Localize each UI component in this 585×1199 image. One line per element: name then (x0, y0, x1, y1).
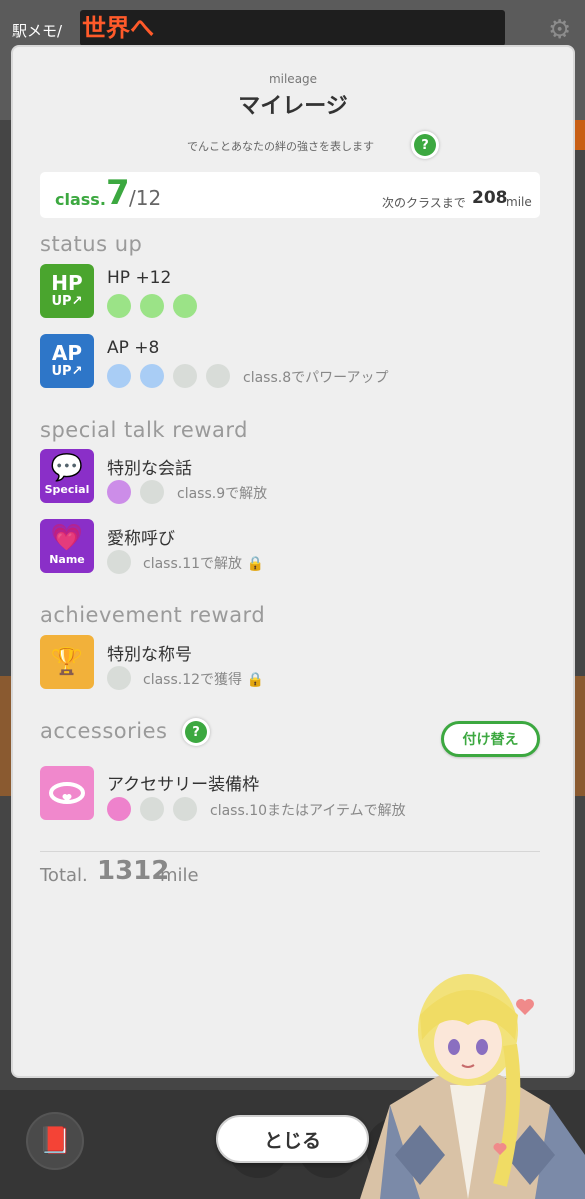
class-current: 7 (106, 173, 130, 213)
ap-unlock-note: class.8でパワーアップ (243, 370, 389, 386)
ap-icon-label: AP (51, 341, 83, 365)
trophy-icon: 🏆 (40, 635, 94, 689)
total-label: Total. (40, 865, 88, 886)
up-arrow-label: UP↗ (51, 294, 83, 309)
section-special-talk: special talk reward (40, 418, 248, 442)
special-talk-name: 特別な会話 (107, 459, 192, 479)
hp-reward-name: HP +12 (107, 268, 172, 288)
progress-dot (107, 294, 131, 318)
nickname-note: class.11で解放 🔒 (143, 556, 264, 572)
progress-dot (173, 364, 197, 388)
accessory-slot-name: アクセサリー装備枠 (107, 775, 260, 795)
book-icon: 📕 (26, 1112, 84, 1170)
class-box: class. 7 /12 次のクラスまで 208 mile (40, 172, 540, 218)
mileage-modal: mileage マイレージ でんことあなたの絆の強さを表します ? class.… (13, 47, 573, 1076)
modal-description: でんことあなたの絆の強さを表します (187, 140, 374, 153)
news-banner: 世界へ (80, 10, 505, 46)
progress-dot (140, 294, 164, 318)
section-status-up: status up (40, 232, 143, 256)
next-class-unit: mile (506, 195, 532, 209)
progress-dot (107, 480, 131, 504)
app-title: 駅メモ/ (12, 22, 63, 40)
hp-up-icon: HP UP↗ (40, 264, 94, 318)
progress-dot (140, 797, 164, 821)
class-label: class. (55, 190, 106, 209)
speech-bubble-icon: 💬 (50, 453, 84, 483)
progress-dot (173, 294, 197, 318)
progress-dot (107, 797, 131, 821)
total-value: 1312 (97, 856, 170, 886)
special-icon-label: Special (44, 483, 90, 496)
help-button[interactable]: ? (411, 131, 439, 159)
special-title-name: 特別な称号 (107, 645, 192, 665)
next-class-label: 次のクラスまで (382, 196, 466, 210)
background-orange-tab (573, 120, 585, 150)
swap-accessory-button[interactable]: 付け替え (441, 721, 540, 757)
accessory-ring-icon (40, 766, 94, 820)
class-max: /12 (129, 186, 162, 210)
modal-subtitle: mileage (268, 72, 318, 86)
section-accessories: accessories (40, 719, 168, 743)
nickname-icon: 💗 Name (40, 519, 94, 573)
lock-icon: 🔒 (246, 672, 264, 688)
progress-dot (107, 666, 131, 690)
progress-dot (206, 364, 230, 388)
section-achievement: achievement reward (40, 603, 266, 627)
ap-up-icon: AP UP↗ (40, 334, 94, 388)
divider (40, 851, 540, 852)
accessory-slot-note: class.10またはアイテムで解放 (210, 803, 406, 819)
nickname-name: 愛称呼び (107, 529, 175, 549)
gear-icon: ⚙ (548, 15, 572, 45)
modal-title: マイレージ (238, 94, 348, 119)
special-talk-note: class.9で解放 (177, 486, 268, 502)
progress-dot (107, 550, 131, 574)
special-title-note: class.12で獲得 🔒 (143, 672, 264, 688)
next-class-value: 208 (472, 188, 508, 208)
close-button[interactable]: とじる (216, 1115, 369, 1163)
special-talk-icon: 💬 Special (40, 449, 94, 503)
up-arrow-label: UP↗ (51, 364, 83, 379)
question-icon: ? (185, 721, 207, 743)
accessories-help-button[interactable]: ? (182, 718, 210, 746)
name-icon-label: Name (49, 553, 85, 566)
progress-dot (140, 480, 164, 504)
total-unit: mile (160, 865, 199, 886)
ap-reward-name: AP +8 (107, 338, 160, 358)
lock-icon: 🔒 (246, 556, 264, 572)
progress-dot (140, 364, 164, 388)
question-icon: ? (414, 134, 436, 156)
progress-dot (173, 797, 197, 821)
hp-icon-label: HP (51, 271, 83, 295)
progress-dot (107, 364, 131, 388)
character-illustration (360, 974, 585, 1199)
heart-bubble-icon: 💗 (50, 523, 84, 553)
